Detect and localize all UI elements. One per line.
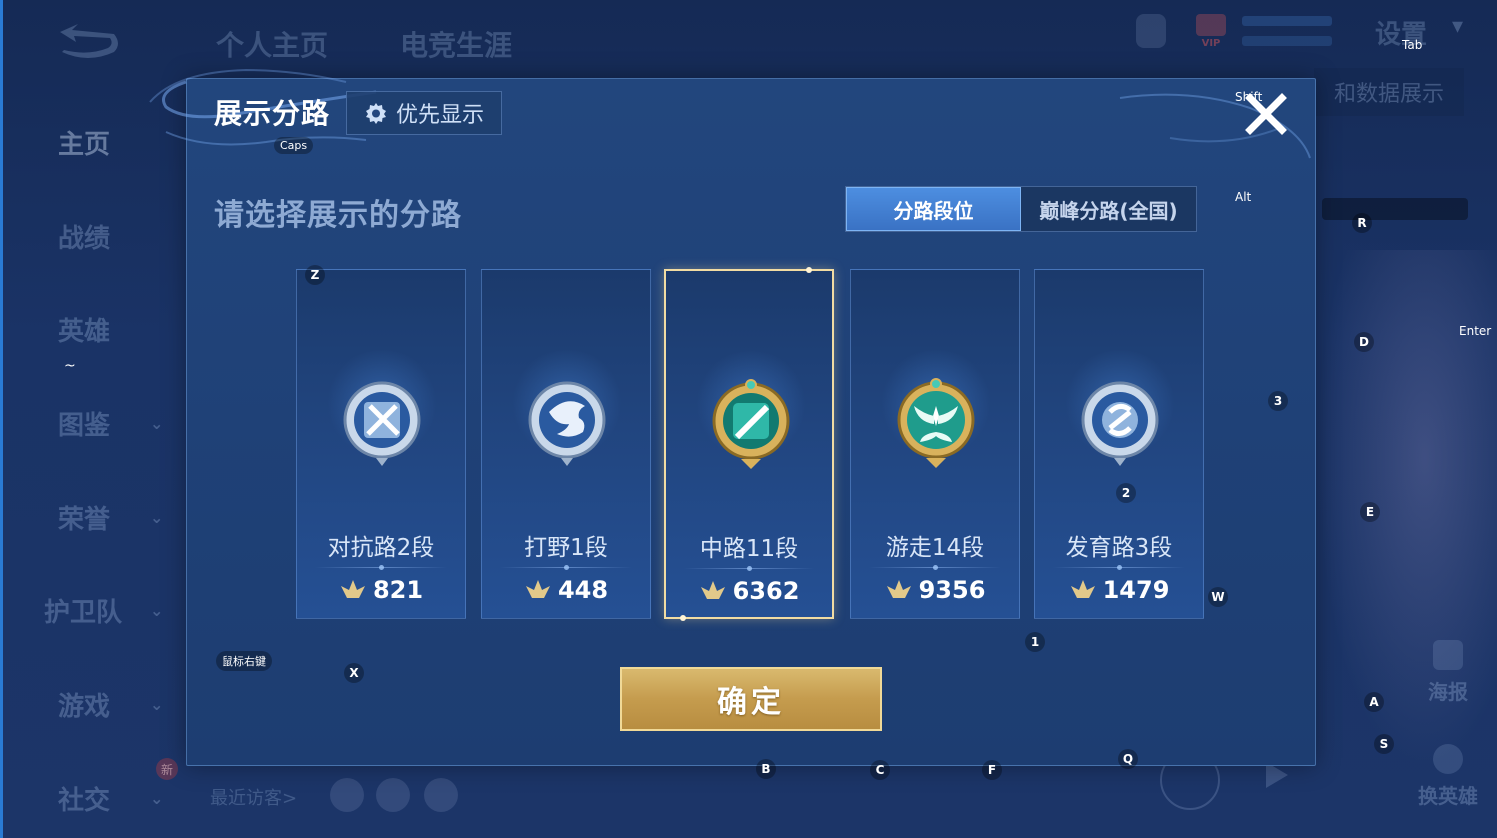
select-lane-prompt: 请选择展示的分路 [214,198,462,233]
wings-emblem-icon [897,378,975,468]
sidebar-item-home[interactable]: 主页 [58,124,110,161]
peak-score-icon [1070,580,1095,598]
divider [500,565,632,570]
peak-score-icon [886,580,911,598]
tab-peak-lane-national[interactable]: 巅峰分路(全国) [1021,187,1196,231]
key-hint-q: Q [1118,749,1138,769]
key-hint-3: 3 [1268,391,1288,411]
confirm-button[interactable]: 确定 [620,667,882,731]
back-arrow-icon[interactable] [52,22,124,64]
key-hint-s: S [1374,734,1394,754]
sidebar-item-hero[interactable]: 英雄 [58,311,110,348]
lane-card-farm[interactable]: 发育路3段 1479 [1034,269,1204,619]
peak-score-icon [700,581,725,599]
visitor-avatar[interactable] [330,778,364,812]
sidebar-item-record[interactable]: 战绩 [58,218,110,255]
key-hint-z: Z [305,265,325,285]
key-hint-d: D [1354,332,1374,352]
lane-score: 6362 [666,577,832,605]
key-hint-e: E [1360,502,1380,522]
key-hint-enter: Enter [1459,324,1492,338]
peak-score-icon [340,580,365,598]
divider [869,565,1001,570]
chevron-down-icon: ⌄ [150,508,164,527]
lane-score: 1479 [1035,576,1203,604]
bow-emblem-icon [1081,381,1159,466]
chevron-down-icon: ⌄ [150,789,164,808]
key-hint-c: C [870,760,890,780]
data-display-tab[interactable]: 和数据展示 [1314,68,1464,116]
sidebar-item-honor[interactable]: 荣誉 ⌄ [58,499,163,536]
key-hint-a: A [1364,692,1384,712]
key-hint-tilde: ~ [64,358,76,374]
currency-readout [1242,16,1332,26]
sidebar-item-guard[interactable]: 护卫队 ⌄ [44,592,163,629]
key-hint-1: 1 [1025,632,1045,652]
lane-score: 9356 [851,576,1019,604]
new-badge: 新 [156,758,178,780]
selection-corner-dot [806,267,812,273]
lane-card-clash[interactable]: 对抗路2段 821 [296,269,466,619]
visitor-avatar[interactable] [376,778,410,812]
key-hint-alt: Alt [1235,190,1252,204]
sidebar-item-codex[interactable]: 图鉴 ⌄ [58,405,163,442]
sidebar-item-social[interactable]: 社交 ⌄ [58,780,163,817]
background-plate [1322,198,1468,220]
key-hint-f: F [982,760,1002,780]
lane-name: 发育路3段 [1065,535,1173,561]
key-hint-shift: Shift [1235,90,1263,104]
lane-tab-switch: 分路段位 巅峰分路(全国) [845,186,1197,232]
chevron-down-icon: ⌄ [150,601,164,620]
selection-corner-dot [680,615,686,621]
vip-icon[interactable]: VIP [1196,14,1226,52]
key-hint-w: W [1208,587,1228,607]
dragon-emblem-icon [528,381,606,466]
dropdown-arrow-icon[interactable]: ▾ [1452,14,1478,40]
dialog-title: 展示分路 [214,97,331,130]
lane-score: 448 [482,576,650,604]
lane-name: 打野1段 [524,535,608,561]
key-hint-right-click: 鼠标右键 [216,651,272,671]
priority-display-button[interactable]: 优先显示 [346,91,502,135]
tab-lane-rank[interactable]: 分路段位 [846,187,1021,231]
key-hint-b: B [756,759,776,779]
divider [315,565,447,570]
lane-name: 中路11段 [699,536,799,562]
tab-personal-home[interactable]: 个人主页 [216,24,328,64]
key-hint-caps: Caps [274,137,314,154]
key-hint-2: 2 [1116,483,1136,503]
lane-name: 游走14段 [885,535,985,561]
poster-button[interactable]: 海报 [1418,640,1478,705]
lane-card-mid[interactable]: 中路11段 6362 [664,267,834,621]
recent-visitors-link[interactable]: 最近访客> [210,784,297,810]
sidebar-item-game[interactable]: 游戏 ⌄ [58,686,163,723]
lane-card-roam[interactable]: 游走14段 9356 [850,269,1020,619]
key-hint-r: R [1352,213,1372,233]
currency-readout-secondary [1242,36,1332,46]
key-hint-x: X [344,663,364,683]
swap-hero-icon [1433,744,1463,774]
peak-score-icon [525,580,550,598]
staff-emblem-icon [712,379,790,469]
poster-icon [1433,640,1463,670]
tab-esports-career[interactable]: 电竞生涯 [400,24,512,64]
lane-name: 对抗路2段 [327,535,435,561]
key-hint-tab: Tab [1402,38,1423,52]
swap-hero-button[interactable]: 换英雄 [1410,744,1486,809]
lane-card-jungle[interactable]: 打野1段 448 [481,269,651,619]
divider [684,566,814,571]
chevron-down-icon: ⌄ [150,695,164,714]
notification-icon[interactable] [1136,14,1166,48]
visitor-avatar[interactable] [424,778,458,812]
sword-emblem-icon [343,381,421,466]
lane-score: 821 [297,576,465,604]
chevron-down-icon: ⌄ [150,414,164,433]
divider [1053,565,1185,570]
gear-icon [365,103,386,124]
